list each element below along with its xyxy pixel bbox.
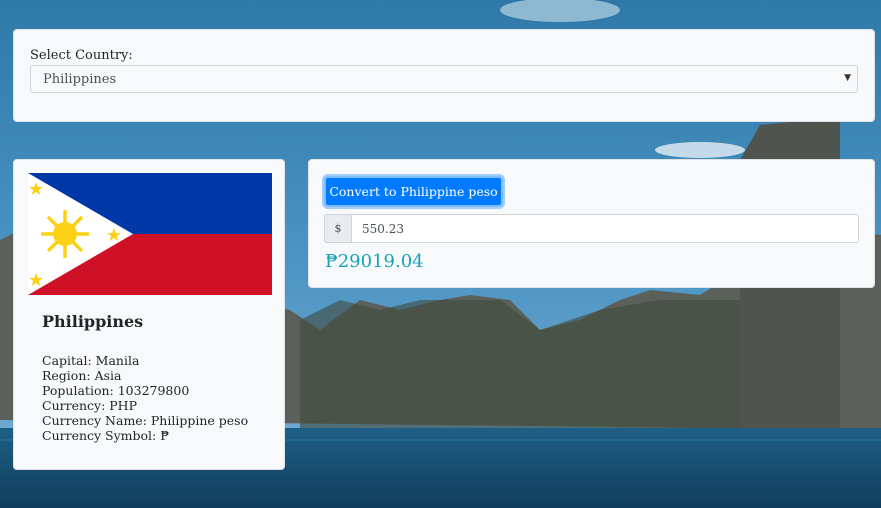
philippines-flag-icon: [28, 173, 272, 295]
currency-converter-card: Convert to Philippine peso $ ₱29019.04: [308, 159, 875, 288]
caret-down-icon: ▼: [844, 73, 851, 83]
select-country-label: Select Country:: [30, 48, 133, 63]
country-select-card: Select Country: Philippines ▼: [13, 29, 875, 122]
country-name: Philippines: [42, 312, 144, 331]
currency-text: Currency: PHP: [42, 398, 137, 413]
convert-button[interactable]: Convert to Philippine peso: [324, 176, 503, 207]
dollar-prefix: $: [324, 214, 352, 243]
country-info-card: Philippines Capital: Manila Region: Asia…: [13, 159, 285, 470]
region-text: Region: Asia: [42, 368, 122, 383]
country-select-value: Philippines: [43, 72, 117, 87]
amount-input[interactable]: [351, 214, 859, 243]
country-details: Capital: Manila Region: Asia Population:…: [42, 353, 248, 443]
capital-text: Capital: Manila: [42, 353, 140, 368]
currency-name-text: Currency Name: Philippine peso: [42, 413, 249, 428]
country-select[interactable]: Philippines ▼: [30, 65, 858, 93]
conversion-result: ₱29019.04: [325, 251, 424, 272]
amount-input-group: $: [324, 214, 859, 243]
currency-symbol-text: Currency Symbol: ₱: [42, 428, 170, 443]
population-text: Population: 103279800: [42, 383, 190, 398]
